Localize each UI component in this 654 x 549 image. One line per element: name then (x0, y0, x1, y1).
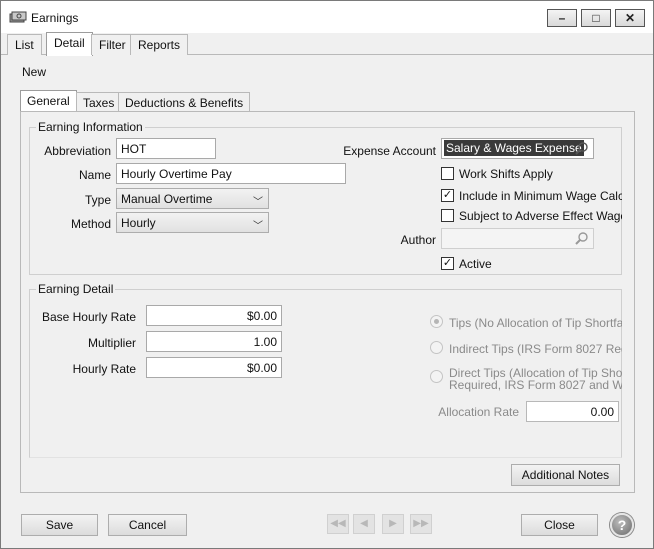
direct-tips-radio[interactable] (430, 370, 443, 383)
close-button[interactable]: Close (521, 514, 598, 536)
tab-detail[interactable]: Detail (46, 32, 93, 56)
tips-option-label: Tips (No Allocation of Tip Shortfall Re (449, 316, 622, 330)
type-select[interactable]: Manual Overtime ﹀ (116, 188, 269, 209)
window-title: Earnings (31, 11, 79, 25)
earning-detail-legend: Earning Detail (38, 282, 114, 296)
first-record-button[interactable]: ◀◀ (327, 514, 349, 534)
indirect-tips-radio[interactable] (430, 341, 443, 354)
hourly-rate-label: Hourly Rate (72, 362, 136, 376)
help-icon[interactable]: ? (610, 513, 634, 537)
work-shifts-label: Work Shifts Apply (459, 167, 553, 181)
tab-filter[interactable]: Filter (91, 34, 134, 55)
general-tab-panel: Earning Information Abbreviation HOT Nam… (20, 111, 635, 493)
inner-tab-strip: General Taxes Deductions & Benefits (20, 90, 635, 113)
adverse-effect-label: Subject to Adverse Effect Wage R (459, 209, 622, 223)
tab-general[interactable]: General (20, 90, 77, 113)
tab-reports[interactable]: Reports (130, 34, 189, 55)
cancel-button[interactable]: Cancel (108, 514, 187, 536)
multiplier-field[interactable]: 1.00 (146, 331, 282, 352)
next-record-button[interactable]: ▶ (382, 514, 404, 534)
active-checkbox[interactable]: ✓ (441, 257, 454, 270)
earning-information-legend: Earning Information (38, 120, 143, 134)
type-select-value: Manual Overtime (121, 192, 213, 206)
tab-list[interactable]: List (7, 34, 42, 55)
top-tab-strip: List Detail Filter Reports (1, 32, 653, 56)
additional-notes-button[interactable]: Additional Notes (511, 464, 620, 486)
abbreviation-label: Abbreviation (44, 144, 111, 158)
tab-taxes[interactable]: Taxes (76, 92, 122, 112)
minimize-button[interactable]: – (547, 9, 577, 27)
expense-account-label: Expense Account (343, 144, 436, 158)
name-label: Name (78, 168, 111, 182)
maximize-button[interactable]: □ (581, 9, 611, 27)
work-shifts-checkbox[interactable] (441, 167, 454, 180)
method-select[interactable]: Hourly ﹀ (116, 212, 269, 233)
min-wage-label: Include in Minimum Wage Calculat (459, 189, 622, 203)
expense-account-value: Salary & Wages Expense (444, 140, 584, 156)
tab-deductions-benefits[interactable]: Deductions & Benefits (118, 92, 251, 112)
author-lookup[interactable] (441, 228, 594, 249)
adverse-effect-checkbox[interactable] (441, 209, 454, 222)
allocation-rate-field[interactable]: 0.00 (526, 401, 619, 422)
base-hourly-rate-label: Base Hourly Rate (41, 310, 136, 324)
earnings-window: Earnings – □ ✕ List Detail Filter Report… (0, 0, 654, 549)
hourly-rate-field[interactable]: $0.00 (146, 357, 282, 378)
indirect-tips-label: Indirect Tips (IRS Form 8027 Require (449, 342, 622, 356)
allocation-rate-label: Allocation Rate (438, 405, 519, 419)
chevron-down-icon: ﹀ (253, 197, 263, 208)
title-bar: Earnings – □ ✕ (1, 1, 653, 33)
tips-radio[interactable] (430, 315, 443, 328)
expense-account-lookup[interactable]: Salary & Wages Expense (441, 138, 594, 159)
previous-record-button[interactable]: ◀ (353, 514, 375, 534)
method-select-value: Hourly (121, 216, 156, 230)
direct-tips-label-line2: Required, IRS Form 8027 and W-2 B (449, 378, 622, 392)
last-record-button[interactable]: ▶▶ (410, 514, 432, 534)
type-label: Type (84, 193, 111, 207)
close-window-button[interactable]: ✕ (615, 9, 645, 27)
author-label: Author (400, 233, 436, 247)
chevron-down-icon: ﹀ (253, 221, 263, 232)
active-label: Active (459, 257, 492, 271)
money-bills-icon (9, 11, 27, 23)
name-field[interactable]: Hourly Overtime Pay (116, 163, 346, 184)
base-hourly-rate-field[interactable]: $0.00 (146, 305, 282, 326)
save-button[interactable]: Save (21, 514, 98, 536)
method-label: Method (70, 217, 111, 231)
multiplier-label: Multiplier (87, 336, 136, 350)
min-wage-checkbox[interactable]: ✓ (441, 189, 454, 202)
abbreviation-field[interactable]: HOT (116, 138, 216, 159)
magnifier-icon[interactable] (575, 141, 589, 156)
magnifier-icon[interactable] (575, 231, 589, 246)
new-record-link[interactable]: New (22, 65, 46, 79)
